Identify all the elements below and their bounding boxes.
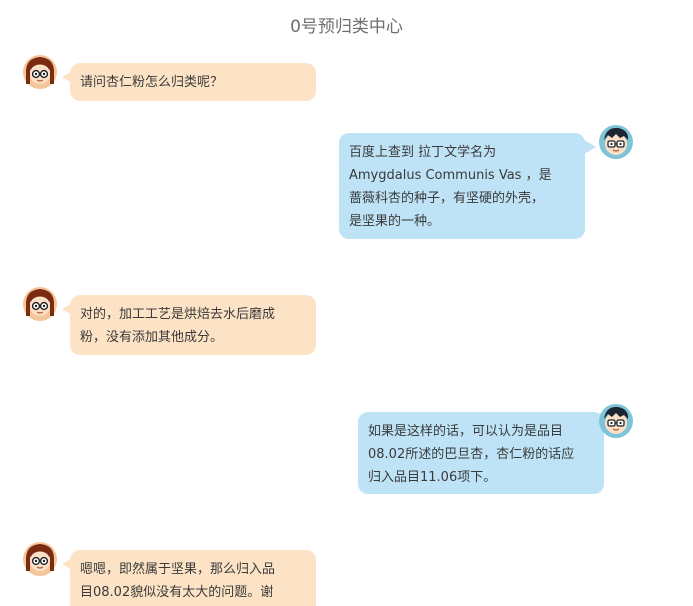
message-bubble-customer: 对的，加工工艺是烘焙去水后磨成 粉，没有添加其他成分。 <box>70 295 316 355</box>
customer-avatar-icon <box>22 541 58 577</box>
message-bubble-agent: 百度上查到 拉丁文学名为 Amygdalus Communis Vas ，是 蔷… <box>339 133 585 239</box>
message-bubble-customer: 嗯嗯，即然属于坚果，那么归入品 目08.02貌似没有太大的问题。谢 <box>70 550 316 606</box>
message-line: 如果是这样的话，可以认为是品目 <box>368 424 564 439</box>
message-line: Amygdalus Communis Vas ，是 <box>349 168 552 183</box>
message-line: 百度上查到 拉丁文学名为 <box>349 145 497 160</box>
message-line: 蔷薇科杏的种子，有坚硬的外壳， <box>349 191 545 206</box>
message-bubble-agent: 如果是这样的话，可以认为是品目 08.02所述的巴旦杏，杏仁粉的话应 归入品目1… <box>358 412 604 494</box>
page-title: 0号预归类中心 <box>290 17 403 37</box>
message-line: 嗯嗯，即然属于坚果，那么归入品 <box>80 562 276 577</box>
customer-avatar-icon <box>22 286 58 322</box>
message-line: 08.02所述的巴旦杏，杏仁粉的话应 <box>368 447 575 462</box>
message-line: 粉，没有添加其他成分。 <box>80 330 224 345</box>
chat-page: 0号预归类中心 请问杏仁粉怎么归类呢？ 百度上查到 拉丁文学名为 Amygdal… <box>0 0 693 606</box>
message-line: 目08.02貌似没有太大的问题。谢 <box>80 585 274 600</box>
message-line: 请问杏仁粉怎么归类呢？ <box>80 75 224 90</box>
customer-avatar-icon <box>22 54 58 90</box>
message-line: 归入品目11.06项下。 <box>368 470 497 485</box>
agent-avatar-icon <box>598 124 634 160</box>
message-bubble-customer: 请问杏仁粉怎么归类呢？ <box>70 63 316 101</box>
bubble-tail <box>584 140 596 154</box>
agent-avatar-icon <box>598 403 634 439</box>
message-line: 是坚果的一种。 <box>349 214 441 229</box>
message-line: 对的，加工工艺是烘焙去水后磨成 <box>80 307 276 322</box>
